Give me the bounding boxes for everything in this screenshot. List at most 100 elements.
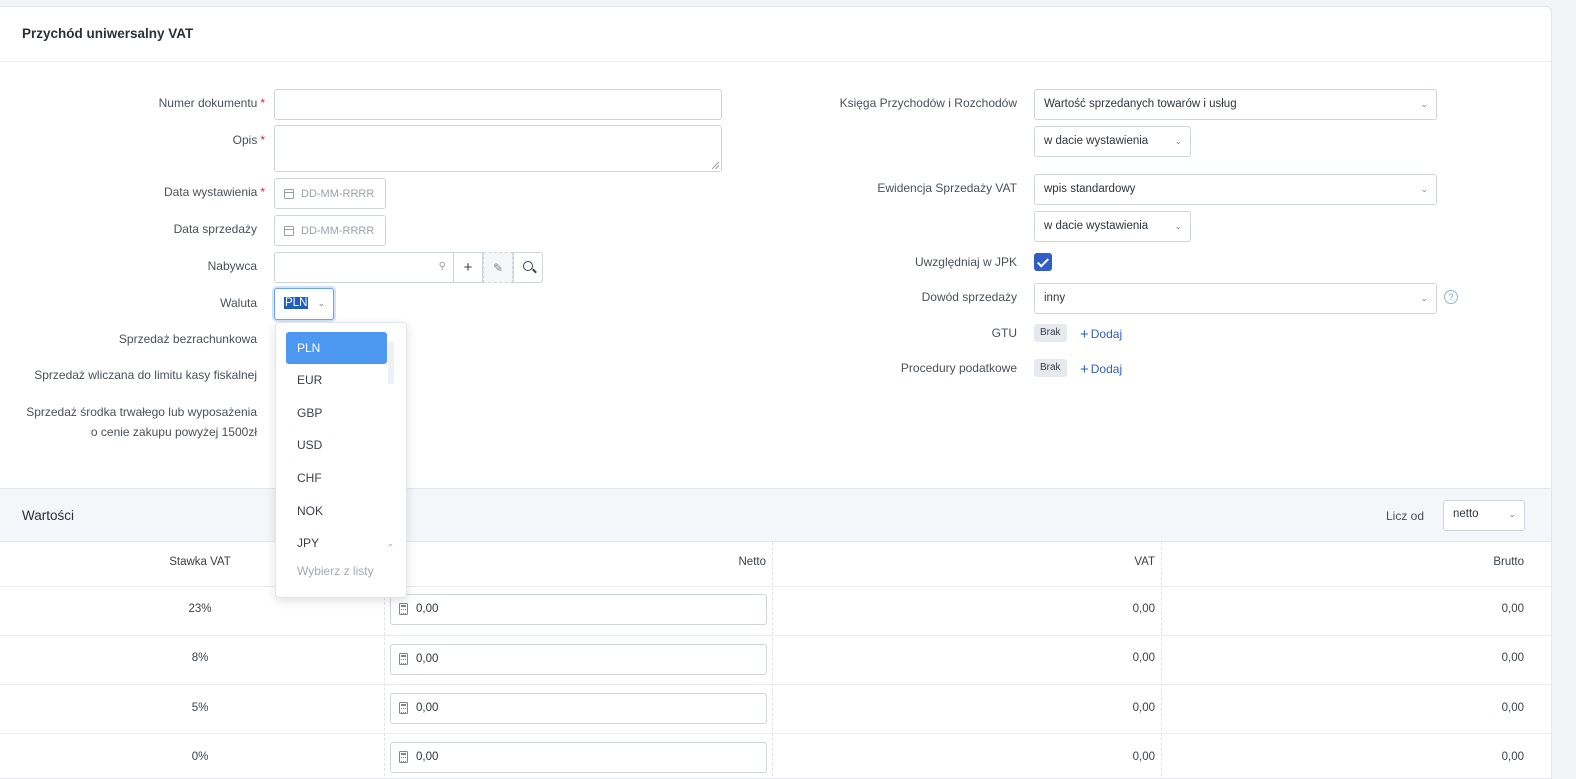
values-title: Wartości (22, 508, 75, 523)
issue-date-label: Data wystawienia * (163, 185, 265, 199)
net-input[interactable]: 0,00 (390, 693, 767, 724)
currency-select[interactable]: PLN ⌄ (274, 288, 334, 320)
buyer-label: Nabywca (207, 259, 257, 273)
plus-icon: + (1080, 361, 1089, 378)
search-icon-handle (532, 268, 537, 274)
document-number-label: Numer dokumentu * (158, 96, 265, 110)
chevron-down-icon: ⌄ (1420, 184, 1428, 194)
vat-register-value: wpis standardowy (1044, 183, 1136, 195)
plus-icon: + (1080, 326, 1089, 343)
tax-procedures-add-link[interactable]: + Dodaj (1080, 360, 1122, 378)
tax-procedures-label: Procedury podatkowe (900, 361, 1017, 375)
calc-from-select[interactable]: netto ⌄ (1443, 500, 1525, 531)
gtu-add-link[interactable]: + Dodaj (1080, 325, 1122, 343)
chevron-down-icon: ⌄ (1420, 293, 1428, 303)
kpir-date-select[interactable]: w dacie wystawienia ⌄ (1034, 126, 1191, 157)
gtu-badge: Brak (1034, 324, 1067, 342)
resize-handle[interactable] (712, 162, 719, 169)
description-label: Opis * (232, 133, 265, 147)
tax-procedures-badge: Brak (1034, 359, 1067, 377)
search-icon: ⚲ (438, 261, 446, 272)
rate-cell: 23% (188, 603, 212, 615)
gross-cell: 0,00 (1501, 652, 1524, 664)
currency-option-eur[interactable]: EUR (286, 364, 387, 396)
sale-proof-select[interactable]: inny ⌄ (1034, 283, 1437, 314)
kpir-select[interactable]: Wartość sprzedanych towarów i usług ⌄ (1034, 89, 1437, 120)
column-divider (772, 542, 773, 779)
calendar-icon (284, 189, 294, 199)
vat-register-date-value: w dacie wystawienia (1044, 220, 1149, 232)
kpir-label: Księga Przychodów i Rozchodów (839, 96, 1017, 110)
vat-cell: 0,00 (1132, 751, 1155, 763)
rate-cell: 5% (191, 702, 209, 714)
kpir-value: Wartość sprzedanych towarów i usług (1044, 98, 1237, 110)
net-input[interactable]: 0,00 (390, 644, 767, 675)
currency-label: Waluta (220, 296, 257, 310)
issue-date-placeholder: DD-MM-RRRR (301, 188, 375, 200)
sale-date-placeholder: DD-MM-RRRR (301, 225, 375, 237)
chevron-down-icon: ⌄ (1174, 136, 1182, 146)
currency-option-nok[interactable]: NOK (286, 495, 387, 527)
chevron-down-icon: ⌄ (317, 298, 325, 308)
issue-date-input[interactable]: DD-MM-RRRR (274, 178, 386, 209)
jpk-checkbox[interactable] (1034, 253, 1052, 271)
description-textarea[interactable] (274, 125, 722, 172)
document-number-input[interactable] (274, 89, 722, 120)
currency-value: PLN (284, 297, 309, 309)
currency-option-pln[interactable]: PLN (286, 332, 387, 364)
help-icon[interactable]: ? (1444, 290, 1458, 304)
vat-register-label: Ewidencja Sprzedaży VAT (877, 181, 1017, 195)
chevron-down-icon: ⌄ (1174, 221, 1182, 231)
net-value: 0,00 (416, 702, 439, 714)
gross-cell: 0,00 (1501, 751, 1524, 763)
calculator-icon[interactable] (399, 653, 408, 665)
page: Przychód uniwersalny VAT Numer dokumentu… (0, 0, 1576, 779)
page-title: Przychód uniwersalny VAT (22, 26, 194, 41)
vat-register-select[interactable]: wpis standardowy ⌄ (1034, 174, 1437, 205)
calculator-icon[interactable] (399, 751, 408, 763)
gtu-label: GTU (991, 326, 1017, 340)
calculator-icon[interactable] (399, 603, 408, 615)
cashless-sale-label: Sprzedaż bezrachunkowa (118, 332, 257, 346)
kpir-date-value: w dacie wystawienia (1044, 135, 1149, 147)
currency-dropdown: PLN EUR GBP USD CHF NOK JPY ⌄ Wybierz z … (275, 322, 407, 598)
column-header-net: Netto (738, 556, 767, 568)
search-buyer-button[interactable] (513, 252, 543, 283)
column-header-gross: Brutto (1493, 556, 1524, 568)
column-divider (1161, 542, 1162, 779)
dropdown-scrollbar[interactable] (388, 342, 394, 384)
fiscal-limit-label: Sprzedaż wliczana do limitu kasy fiskaln… (34, 368, 257, 382)
currency-option-usd[interactable]: USD (286, 429, 387, 461)
sale-proof-value: inny (1044, 292, 1066, 304)
buyer-input[interactable]: ⚲ (274, 252, 454, 283)
card-header: Przychód uniwersalny VAT (0, 7, 1551, 62)
gross-cell: 0,00 (1501, 603, 1524, 615)
rate-cell: 0% (191, 751, 209, 763)
edit-buyer-button[interactable]: ✎ (483, 252, 513, 283)
sale-date-label: Data sprzedaży (173, 222, 257, 236)
vat-cell: 0,00 (1132, 603, 1155, 615)
currency-option-gbp[interactable]: GBP (286, 397, 387, 429)
sale-date-input[interactable]: DD-MM-RRRR (274, 215, 386, 246)
add-buyer-button[interactable]: + (453, 252, 483, 283)
calculator-icon[interactable] (399, 702, 408, 714)
sale-proof-label: Dowód sprzedaży (921, 290, 1017, 304)
net-value: 0,00 (416, 603, 439, 615)
currency-option-jpy[interactable]: JPY (286, 527, 387, 559)
currency-option-chf[interactable]: CHF (286, 462, 387, 494)
net-input[interactable]: 0,00 (390, 742, 767, 773)
chevron-down-icon: ⌄ (1508, 509, 1516, 519)
calc-from-value: netto (1453, 508, 1479, 520)
dropdown-footer-hint: Wybierz z listy (297, 564, 374, 578)
row-divider (0, 586, 1552, 587)
net-value: 0,00 (416, 751, 439, 763)
net-input[interactable]: 0,00 (390, 594, 767, 625)
form-card: Przychód uniwersalny VAT Numer dokumentu… (0, 6, 1552, 779)
vat-register-date-select[interactable]: w dacie wystawienia ⌄ (1034, 211, 1191, 242)
gross-cell: 0,00 (1501, 702, 1524, 714)
column-header-vat: VAT (1134, 556, 1155, 568)
vat-cell: 0,00 (1132, 652, 1155, 664)
chevron-down-icon: ⌄ (387, 539, 394, 548)
values-section-header: Wartości Licz od netto ⌄ (0, 488, 1551, 542)
column-header-rate: Stawka VAT (169, 556, 231, 568)
